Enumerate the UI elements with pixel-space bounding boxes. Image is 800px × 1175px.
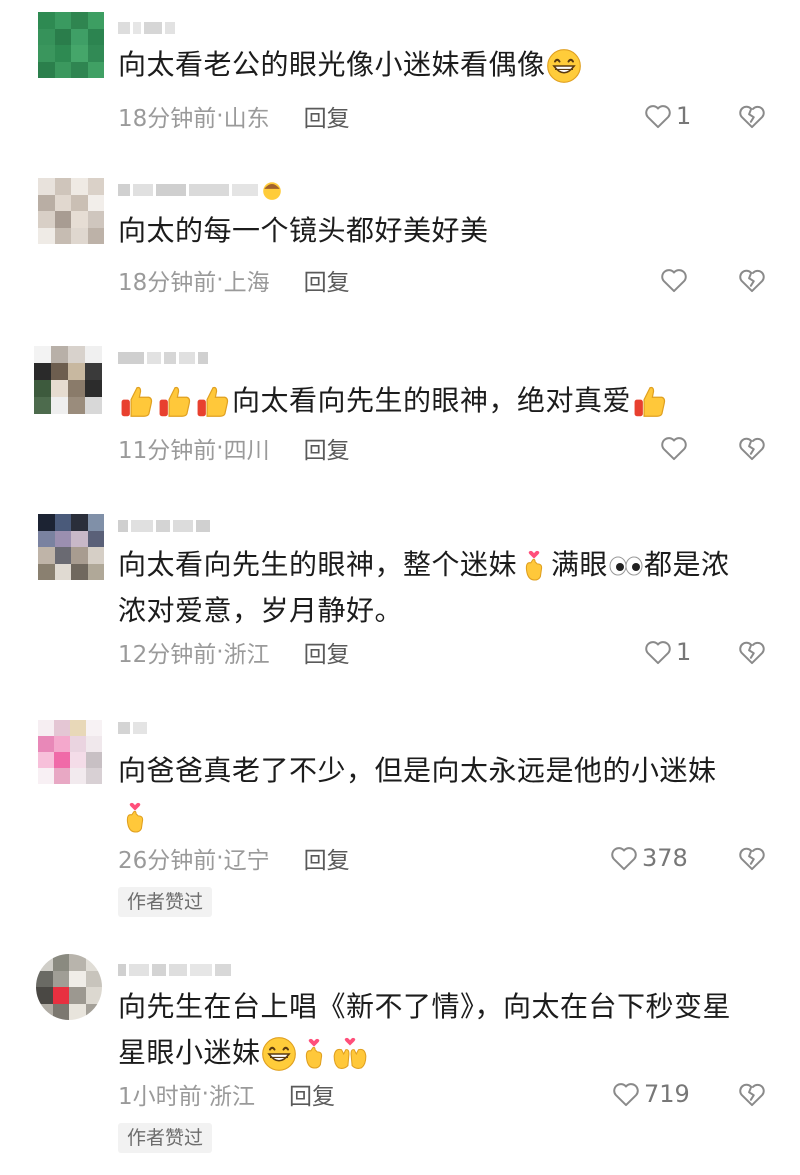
author-liked-badge: 作者赞过: [118, 887, 213, 917]
dislike-button[interactable]: [738, 1076, 768, 1112]
dislike-button[interactable]: [738, 98, 768, 134]
reply-button[interactable]: 回复: [304, 99, 350, 133]
comment-time: 1小时前: [118, 1084, 202, 1110]
comment-location: 浙江: [208, 1084, 255, 1110]
comment-meta: 18分钟前 · 上海 回复: [118, 262, 350, 298]
thumbs-up-emoji: [194, 383, 232, 421]
reply-button[interactable]: 回复: [304, 263, 350, 297]
avatar[interactable]: [38, 12, 104, 78]
like-button[interactable]: 1: [644, 634, 691, 670]
meta-separator: ·: [216, 103, 224, 129]
thumbs-up-emoji: [118, 383, 156, 421]
heart-hands-emoji: [331, 1037, 369, 1071]
comment-time: 11分钟前: [118, 438, 217, 464]
author-liked-badge: 作者赞过: [118, 1123, 213, 1153]
username-blurred[interactable]: [118, 20, 175, 36]
heart-icon: [644, 639, 672, 665]
meta-separator: ·: [216, 435, 224, 461]
username-blurred[interactable]: [118, 182, 283, 198]
thumbs-up-emoji: [631, 383, 669, 421]
like-button[interactable]: [660, 430, 692, 466]
broken-heart-icon: [738, 103, 766, 129]
username-blurred[interactable]: [118, 962, 231, 978]
comment-text: 向太的每一个镜头都好美好美: [118, 214, 489, 247]
comment-location: 浙江: [223, 642, 270, 668]
reply-button[interactable]: 回复: [289, 1077, 335, 1111]
meta-separator: ·: [201, 1081, 209, 1107]
comment-time: 18分钟前: [118, 270, 217, 296]
comment-meta: 26分钟前 · 辽宁 回复: [118, 840, 350, 876]
comment-text: 向先生在台上唱《新不了情》，向太在台下秒变星 星眼小迷妹: [118, 984, 768, 1076]
like-count: 378: [642, 844, 688, 872]
comment-text: 向太看老公的眼光像小迷妹看偶像: [118, 42, 768, 88]
comment-location: 辽宁: [223, 848, 270, 874]
heart-icon: [660, 435, 688, 461]
comment-meta: 11分钟前 · 四川 回复: [118, 430, 350, 466]
heart-icon: [644, 103, 672, 129]
comment-location: 上海: [223, 270, 270, 296]
avatar[interactable]: [38, 720, 102, 784]
meta-separator: ·: [216, 639, 224, 665]
username-blurred[interactable]: [118, 720, 147, 736]
avatar[interactable]: [38, 178, 104, 244]
like-count: 1: [676, 638, 692, 666]
broken-heart-icon: [738, 435, 766, 461]
broken-heart-icon: [738, 267, 766, 293]
thumbs-up-emoji: [156, 383, 194, 421]
avatar[interactable]: [36, 954, 102, 1020]
avatar-emoji: [261, 179, 283, 201]
dislike-button[interactable]: [738, 634, 768, 670]
comment-meta: 18分钟前 · 山东 回复: [118, 98, 350, 134]
comment-location: 山东: [223, 106, 270, 132]
heart-icon: [660, 267, 688, 293]
broken-heart-icon: [738, 1081, 766, 1107]
comment-time: 12分钟前: [118, 642, 217, 668]
like-button[interactable]: 1: [644, 98, 691, 134]
like-count: 719: [644, 1080, 690, 1108]
reply-button[interactable]: 回复: [304, 841, 350, 875]
reply-button[interactable]: 回复: [304, 431, 350, 465]
like-button[interactable]: 719: [612, 1076, 690, 1112]
meta-separator: ·: [216, 845, 224, 871]
broken-heart-icon: [738, 845, 766, 871]
heart-icon: [612, 1081, 640, 1107]
comment-meta: 12分钟前 · 浙江 回复: [118, 634, 350, 670]
username-blurred[interactable]: [118, 350, 208, 366]
finger-heart-emoji: [517, 549, 551, 583]
comment-time: 26分钟前: [118, 848, 217, 874]
dislike-button[interactable]: [738, 840, 768, 876]
dislike-button[interactable]: [738, 430, 768, 466]
comment-text: 向爸爸真老了不少，但是向太永远是他的小迷妹: [118, 748, 768, 840]
like-button[interactable]: [660, 262, 692, 298]
comment-location: 四川: [223, 438, 270, 464]
broken-heart-icon: [738, 639, 766, 665]
comment-meta: 1小时前 · 浙江 回复: [118, 1076, 335, 1112]
grin-emoji: [261, 1036, 297, 1072]
username-blurred[interactable]: [118, 518, 210, 534]
comment-text: 向太看向先生的眼神，整个迷妹 满眼 都是浓 浓对爱意，岁月静好。: [118, 548, 730, 627]
avatar[interactable]: [38, 514, 104, 580]
finger-heart-emoji: [297, 1037, 331, 1071]
heart-icon: [610, 845, 638, 871]
comment-text: 向太看向先生的眼神，绝对真爱: [118, 378, 768, 424]
avatar[interactable]: [34, 346, 102, 414]
dislike-button[interactable]: [738, 262, 768, 298]
like-button[interactable]: 378: [610, 840, 688, 876]
grin-emoji: [546, 48, 582, 84]
comment-time: 18分钟前: [118, 106, 217, 132]
finger-heart-emoji: [118, 801, 152, 835]
like-count: 1: [676, 102, 692, 130]
reply-button[interactable]: 回复: [304, 635, 350, 669]
meta-separator: ·: [216, 267, 224, 293]
eyes-emoji: [608, 555, 644, 577]
